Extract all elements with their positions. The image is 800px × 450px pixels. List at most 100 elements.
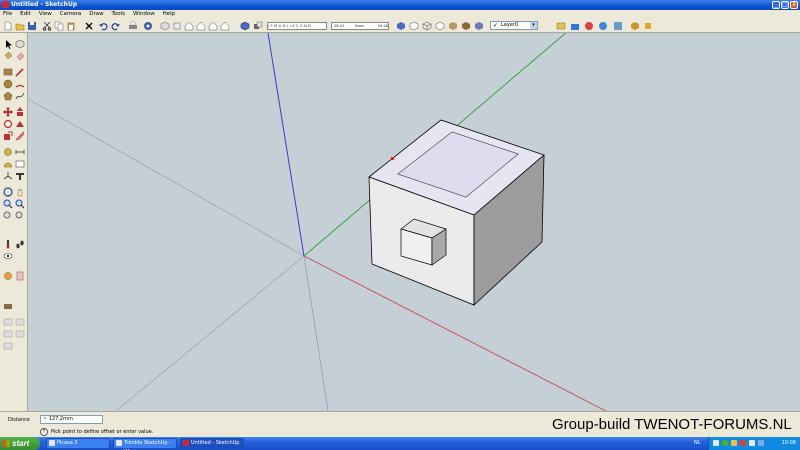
materials-icon[interactable]	[643, 21, 653, 31]
hidden-line-icon[interactable]	[435, 21, 445, 31]
chevron-down-icon[interactable]: ▾	[530, 22, 537, 29]
section-cut-icon[interactable]	[15, 271, 25, 281]
shadow-month-labels: J F M A M J J A S O N D	[268, 24, 312, 28]
push-pull-icon[interactable]	[15, 107, 25, 117]
arc-icon[interactable]	[15, 79, 25, 89]
print-icon[interactable]	[128, 21, 138, 31]
left-view-icon[interactable]	[220, 21, 230, 31]
pan-hand-icon[interactable]	[15, 187, 25, 197]
tray-icon-5[interactable]	[749, 440, 755, 446]
offset-icon[interactable]	[15, 131, 25, 141]
look-around-icon[interactable]	[3, 251, 13, 261]
solid-tool-5-icon	[3, 341, 13, 351]
distance-label: Distance	[8, 417, 30, 423]
menu-file[interactable]: File	[0, 10, 15, 19]
layer-dropdown[interactable]: ✓ Layer0 ▾	[490, 21, 538, 30]
open-folder-icon[interactable]	[15, 21, 25, 31]
copy-icon[interactable]	[54, 21, 64, 31]
dimension-icon[interactable]	[15, 147, 25, 157]
photo-textures-icon[interactable]	[613, 21, 623, 31]
menu-draw[interactable]: Draw	[86, 10, 106, 19]
sandbox-icon[interactable]	[3, 301, 13, 311]
tape-measure-icon[interactable]	[3, 147, 13, 157]
layer-manager-icon[interactable]	[556, 21, 566, 31]
back-edges-icon[interactable]	[409, 21, 419, 31]
help-icon[interactable]: ?	[40, 428, 48, 436]
3d-text-icon[interactable]	[15, 171, 25, 181]
previous-view-icon[interactable]	[3, 211, 13, 221]
get-models-icon[interactable]	[570, 21, 580, 31]
undo-icon[interactable]	[98, 21, 108, 31]
make-component-icon[interactable]	[15, 39, 25, 49]
back-view-icon[interactable]	[208, 21, 218, 31]
move-icon[interactable]	[3, 107, 13, 117]
menu-edit[interactable]: Edit	[17, 10, 34, 19]
axes-icon[interactable]	[3, 171, 13, 181]
modeling-viewport[interactable]	[28, 33, 800, 411]
rectangle-icon[interactable]	[3, 67, 13, 77]
menu-camera[interactable]: Camera	[57, 10, 85, 19]
model-info-icon[interactable]	[143, 21, 153, 31]
tray-icon-6[interactable]	[758, 440, 764, 446]
front-view-icon[interactable]	[184, 21, 194, 31]
menu-help[interactable]: Help	[160, 10, 179, 19]
save-icon[interactable]	[27, 21, 37, 31]
top-view-icon[interactable]	[172, 21, 182, 31]
wireframe-icon[interactable]	[422, 21, 432, 31]
distance-input[interactable]: ~ 127,2mm	[40, 415, 103, 424]
zoom-extents-icon[interactable]	[15, 211, 25, 221]
menu-tools[interactable]: Tools	[109, 10, 129, 19]
maximize-button[interactable]: □	[781, 1, 789, 9]
cut-icon[interactable]	[42, 21, 52, 31]
protractor-icon[interactable]	[3, 159, 13, 169]
walk-icon[interactable]	[15, 239, 25, 249]
new-file-icon[interactable]	[3, 21, 13, 31]
orbit-icon[interactable]	[3, 187, 13, 197]
line-pencil-icon[interactable]	[15, 67, 25, 77]
start-button[interactable]: start	[0, 437, 40, 450]
menu-view[interactable]: View	[36, 10, 55, 19]
tray-icon-2[interactable]	[722, 440, 728, 446]
right-view-icon[interactable]	[196, 21, 206, 31]
scale-icon[interactable]	[3, 131, 13, 141]
xray-icon[interactable]	[396, 21, 406, 31]
share-component-icon[interactable]	[598, 21, 608, 31]
layer-check-icon: ✓	[493, 22, 499, 29]
shadow-settings-icon[interactable]	[240, 21, 250, 31]
text-icon[interactable]	[15, 159, 25, 169]
erase-x-icon[interactable]	[84, 21, 94, 31]
components-icon[interactable]	[630, 21, 640, 31]
language-indicator[interactable]: NL	[694, 437, 701, 450]
select-arrow-icon[interactable]	[3, 39, 13, 49]
shaded-textures-icon[interactable]	[461, 21, 471, 31]
eraser-icon[interactable]	[15, 51, 25, 61]
iso-view-icon[interactable]	[160, 21, 170, 31]
monochrome-icon[interactable]	[474, 21, 484, 31]
shaded-icon[interactable]	[448, 21, 458, 31]
polygon-icon[interactable]	[3, 91, 13, 101]
redo-icon[interactable]	[111, 21, 121, 31]
menu-window[interactable]: Window	[130, 10, 158, 19]
position-camera-icon[interactable]	[3, 239, 13, 249]
watermark-text: Group-build TWENOT-FORUMS.NL	[552, 416, 792, 433]
paint-bucket-icon[interactable]	[3, 51, 13, 61]
tray-icon-3[interactable]	[731, 440, 737, 446]
zoom-icon[interactable]	[3, 199, 13, 209]
task-label: Untitled - SketchUp	[191, 440, 240, 446]
task-sketchup[interactable]: Untitled - SketchUp	[180, 438, 244, 449]
display-shadows-icon[interactable]	[253, 21, 263, 31]
follow-me-icon[interactable]	[15, 119, 25, 129]
tray-icon-1[interactable]	[713, 440, 719, 446]
task-picasa[interactable]: Picasa 3	[46, 438, 110, 449]
task-trimble[interactable]: Trimble SketchUp - Wi...	[113, 438, 177, 450]
tray-icon-4[interactable]	[740, 440, 746, 446]
minimize-button[interactable]: _	[772, 1, 780, 9]
zoom-window-icon[interactable]	[15, 199, 25, 209]
close-button[interactable]: X	[790, 1, 798, 9]
rotate-icon[interactable]	[3, 119, 13, 129]
freehand-icon[interactable]	[15, 91, 25, 101]
circle-icon[interactable]	[3, 79, 13, 89]
paste-icon[interactable]	[66, 21, 76, 31]
share-model-icon[interactable]	[584, 21, 594, 31]
section-plane-icon[interactable]	[3, 271, 13, 281]
